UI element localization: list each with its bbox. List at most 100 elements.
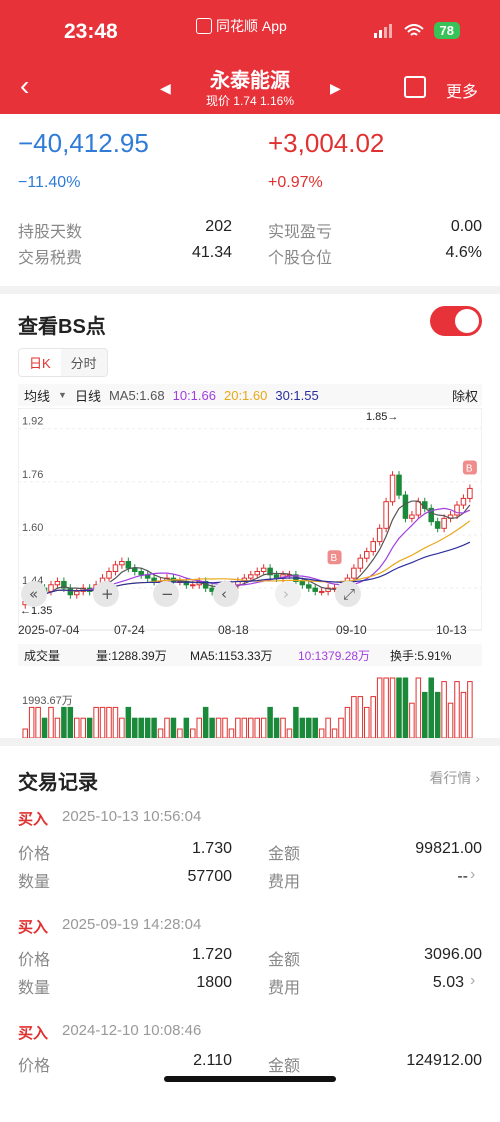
bs-title: 查看BS点 bbox=[18, 316, 106, 338]
candle-body bbox=[357, 557, 364, 569]
price-label: 价格 bbox=[18, 846, 51, 863]
qty-label: 数量 bbox=[18, 874, 51, 891]
candle-body bbox=[125, 561, 132, 569]
volume-bar bbox=[28, 706, 35, 739]
amount-label: 金额 bbox=[268, 846, 301, 863]
volume-bar bbox=[22, 728, 28, 739]
volume-bar bbox=[273, 717, 280, 739]
signal-icon bbox=[373, 23, 392, 38]
chevron-right-icon[interactable]: › bbox=[470, 866, 475, 884]
candle-body bbox=[402, 494, 409, 519]
candle-body bbox=[132, 567, 138, 572]
system-icons: 78 bbox=[373, 22, 460, 39]
buy-marker-label: B bbox=[466, 464, 473, 475]
volume-bar bbox=[383, 677, 389, 739]
volume-bar bbox=[93, 706, 99, 739]
volume-bar bbox=[415, 677, 422, 739]
candle-body bbox=[112, 564, 119, 572]
trade-datetime: 2025-09-19 14:28:04 bbox=[62, 916, 202, 933]
candle-body bbox=[389, 474, 396, 503]
candle-body bbox=[67, 587, 74, 596]
trade-type: 买入 bbox=[18, 811, 49, 828]
float-pnl: −40,412.95 bbox=[18, 128, 149, 158]
volume-bar bbox=[428, 677, 434, 739]
volume-bar bbox=[222, 717, 228, 739]
volume-bar bbox=[402, 677, 409, 739]
fee-value: -- bbox=[457, 868, 468, 885]
volume-bar bbox=[338, 717, 344, 739]
app-name: 同花顺 App bbox=[216, 18, 287, 34]
record-item[interactable]: 买入 2025-10-13 10:56:04 价格 1.730 金额 99821… bbox=[0, 808, 500, 908]
volume-bar bbox=[441, 681, 447, 739]
kline-chart[interactable]: 1.921.761.601.44 BB 1.85→ ←1.35 2025-07-… bbox=[18, 408, 482, 754]
candle-body bbox=[138, 570, 144, 576]
record-item[interactable]: 买入 2025-09-19 14:28:04 价格 1.720 金额 3096.… bbox=[0, 916, 500, 1016]
ma-type-select[interactable]: 均线 bbox=[24, 386, 50, 405]
adjust-mode[interactable]: 除权 bbox=[452, 386, 482, 405]
volume-bar bbox=[138, 717, 144, 739]
divider bbox=[0, 738, 500, 746]
candle-body bbox=[306, 584, 312, 589]
candle-body bbox=[370, 541, 376, 553]
volume-bar bbox=[202, 706, 209, 739]
amount-value: 3096.00 bbox=[424, 946, 482, 963]
candle-body bbox=[441, 517, 447, 529]
volume-bar bbox=[183, 717, 190, 739]
realized-pnl-value: 0.00 bbox=[450, 218, 482, 235]
volume-bar bbox=[267, 706, 273, 739]
candle-body bbox=[254, 570, 260, 576]
volume-bar bbox=[125, 706, 132, 739]
hold-days-value: 202 bbox=[205, 218, 232, 235]
volume-bar bbox=[325, 717, 331, 739]
volume-bar bbox=[331, 728, 338, 739]
chevron-right-icon[interactable]: › bbox=[470, 972, 475, 990]
wifi-icon bbox=[403, 23, 424, 36]
candle-body bbox=[434, 521, 441, 529]
more-button[interactable]: 更多 bbox=[446, 78, 478, 102]
view-quote-link[interactable]: 看行情 › bbox=[429, 768, 480, 788]
volume-bar bbox=[157, 728, 164, 739]
x-tick-label: 07-24 bbox=[114, 623, 145, 637]
candle-body bbox=[376, 527, 383, 543]
volume-bar bbox=[61, 706, 67, 739]
vol-ma5: MA5:1153.33万 bbox=[190, 649, 273, 663]
volume-bar bbox=[41, 717, 48, 739]
vol-value: 量:1288.39万 bbox=[96, 649, 167, 663]
ma-line bbox=[24, 541, 471, 602]
volume-bar bbox=[370, 696, 376, 739]
ma10-value: 10:1.66 bbox=[172, 387, 216, 403]
control-glyph: + bbox=[101, 585, 114, 603]
fee-label: 费用 bbox=[268, 874, 301, 891]
volume-bar bbox=[215, 717, 222, 739]
position-summary: −40,412.95 −11.40% +3,004.02 +0.97% 持股天数… bbox=[0, 114, 500, 294]
vol-ma10: 10:1379.28万 bbox=[298, 649, 370, 663]
candle-body bbox=[260, 567, 267, 572]
record-item[interactable]: 买入 2024-12-10 10:08:46 价格 2.110 金额 12491… bbox=[0, 1022, 500, 1122]
records-title: 交易记录 bbox=[18, 772, 98, 794]
tab-daily-k[interactable]: 日K bbox=[19, 349, 61, 376]
volume-bar bbox=[396, 677, 402, 739]
tab-intraday[interactable]: 分时 bbox=[60, 349, 107, 376]
candle-body bbox=[54, 580, 61, 586]
clock: 23:48 bbox=[64, 20, 118, 43]
fee-value: 5.03 bbox=[432, 974, 464, 991]
next-stock-icon[interactable]: ▶ bbox=[330, 80, 341, 97]
ma20-value: 20:1.60 bbox=[223, 387, 268, 403]
volume-bar bbox=[235, 717, 241, 739]
volume-bar bbox=[467, 681, 473, 739]
chart-tabs: 日K 分时 bbox=[18, 348, 108, 377]
candle-body bbox=[454, 504, 460, 516]
app-switch-label[interactable]: 同花顺 App bbox=[196, 16, 287, 36]
toggle-knob bbox=[455, 309, 479, 333]
high-annotation: 1.85→ bbox=[366, 411, 398, 423]
share-icon[interactable] bbox=[404, 76, 426, 98]
x-tick-label: 09-10 bbox=[336, 623, 367, 637]
position-ratio-value: 4.6% bbox=[445, 244, 482, 261]
divider bbox=[0, 286, 500, 294]
day-pnl-pct: +0.97% bbox=[268, 174, 323, 191]
qty-label: 数量 bbox=[18, 980, 51, 997]
app-icon bbox=[196, 18, 212, 34]
amount-label: 金额 bbox=[268, 1058, 301, 1075]
volume-bar bbox=[318, 728, 325, 739]
bs-toggle[interactable] bbox=[430, 306, 482, 336]
